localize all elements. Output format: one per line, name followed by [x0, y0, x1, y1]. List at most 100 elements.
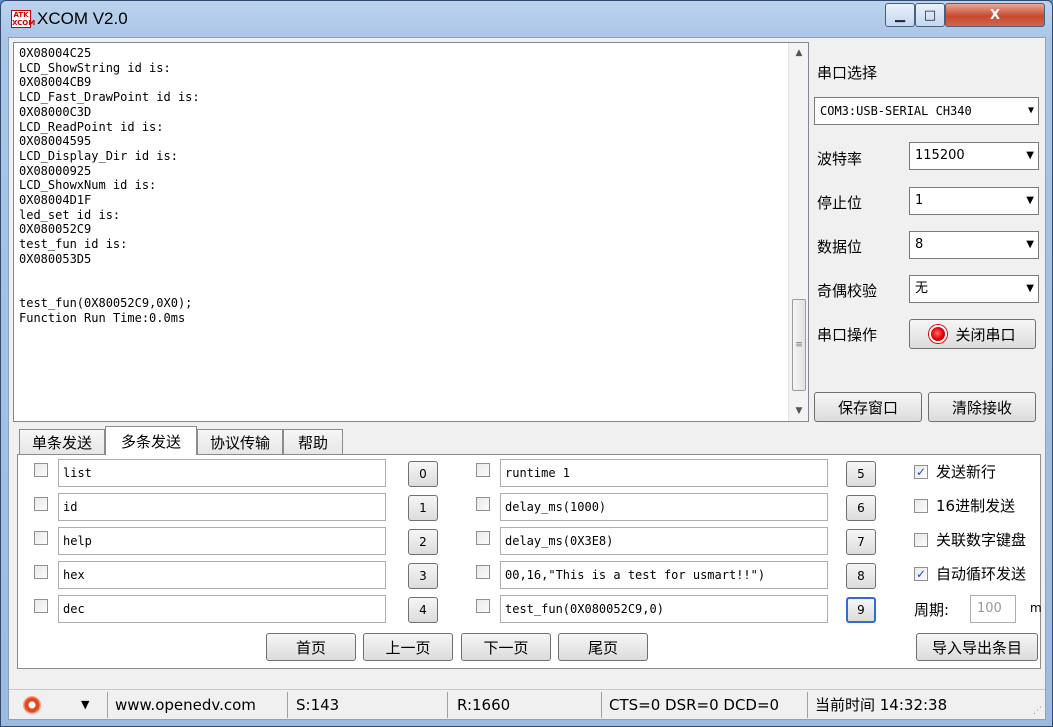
parity-select[interactable]: 无 ▼ — [909, 275, 1039, 303]
send-checkbox-2[interactable] — [34, 531, 48, 545]
send-newline-label: 发送新行 — [936, 463, 997, 481]
send-button-2[interactable]: 2 — [408, 529, 438, 555]
send-button-4[interactable]: 4 — [408, 597, 438, 623]
period-input[interactable]: 100 — [970, 595, 1016, 623]
parity-value: 无 — [915, 281, 929, 296]
send-field-3[interactable]: hex — [58, 561, 386, 589]
data-bits-select[interactable]: 8 ▼ — [909, 231, 1039, 259]
stop-bits-value: 1 — [915, 193, 924, 208]
baud-select[interactable]: 115200 ▼ — [909, 142, 1039, 170]
period-label: 周期: — [914, 601, 950, 619]
send-newline-checkbox[interactable]: ✓ — [914, 465, 928, 479]
send-field-5[interactable]: runtime 1 — [500, 459, 828, 487]
multi-send-panel: list 0 id 1 help 2 hex 3 dec 4 runtime 1… — [17, 454, 1042, 669]
tab-protocol[interactable]: 协议传输 — [197, 429, 283, 454]
scroll-up-arrow-icon[interactable]: ▲ — [789, 43, 809, 63]
chevron-down-icon: ▼ — [1026, 195, 1034, 206]
auto-loop-checkbox[interactable]: ✓ — [914, 567, 928, 581]
send-button-6[interactable]: 6 — [846, 495, 876, 521]
website-link[interactable]: www.openedv.com — [115, 694, 256, 716]
save-window-button[interactable]: 保存窗口 — [814, 392, 922, 422]
port-select-value: COM3:USB-SERIAL CH340 — [820, 104, 972, 118]
hex-send-checkbox[interactable] — [914, 499, 928, 513]
sent-count: S:143 — [296, 696, 340, 714]
scroll-thumb[interactable]: ≡ — [792, 299, 806, 391]
receive-scrollbar[interactable]: ▲ ≡ ▼ — [788, 43, 808, 421]
send-button-5[interactable]: 5 — [846, 461, 876, 487]
chevron-down-icon: ▼ — [1026, 150, 1034, 161]
tab-label: 单条发送 — [31, 433, 92, 452]
clear-receive-button[interactable]: 清除接收 — [928, 392, 1036, 422]
save-window-label: 保存窗口 — [837, 398, 898, 417]
send-button-7[interactable]: 7 — [846, 529, 876, 555]
send-button-0[interactable]: 0 — [408, 461, 438, 487]
scroll-down-arrow-icon[interactable]: ▼ — [789, 401, 809, 421]
send-field-4[interactable]: dec — [58, 595, 386, 623]
minimize-button[interactable]: ▁ — [885, 3, 915, 27]
last-page-button[interactable]: 尾页 — [558, 633, 648, 661]
receive-text[interactable]: 0X08004C25 LCD_ShowString id is: 0X08004… — [19, 46, 779, 418]
tab-multi-send[interactable]: 多条发送 — [105, 426, 197, 455]
import-export-label: 导入导出条目 — [931, 638, 1022, 657]
prev-page-button[interactable]: 上一页 — [363, 633, 453, 661]
status-separator — [807, 692, 808, 718]
next-page-label: 下一页 — [483, 638, 529, 657]
grip-icon: ≡ — [795, 340, 803, 350]
send-button-3[interactable]: 3 — [408, 563, 438, 589]
send-checkbox-8[interactable] — [476, 565, 490, 579]
chevron-down-icon[interactable]: ▼ — [81, 694, 89, 716]
tab-label: 帮助 — [297, 433, 328, 452]
status-separator — [107, 692, 108, 718]
send-field-9[interactable]: test_fun(0X080052C9,0) — [500, 595, 828, 623]
baud-label: 波特率 — [817, 150, 863, 168]
send-checkbox-7[interactable] — [476, 531, 490, 545]
send-checkbox-9[interactable] — [476, 599, 490, 613]
port-select[interactable]: COM3:USB-SERIAL CH340 ▼ — [814, 97, 1039, 125]
client-area: 0X08004C25 LCD_ShowString id is: 0X08004… — [8, 37, 1046, 720]
send-checkbox-0[interactable] — [34, 463, 48, 477]
receive-textarea[interactable]: 0X08004C25 LCD_ShowString id is: 0X08004… — [13, 42, 809, 422]
stop-bits-select[interactable]: 1 ▼ — [909, 187, 1039, 215]
next-page-button[interactable]: 下一页 — [461, 633, 551, 661]
first-page-button[interactable]: 首页 — [266, 633, 356, 661]
send-field-6[interactable]: delay_ms(1000) — [500, 493, 828, 521]
send-checkbox-6[interactable] — [476, 497, 490, 511]
link-numpad-checkbox[interactable] — [914, 533, 928, 547]
close-window-button[interactable]: X — [945, 3, 1045, 27]
link-numpad-label: 关联数字键盘 — [936, 531, 1027, 549]
tab-single-send[interactable]: 单条发送 — [19, 429, 105, 454]
settings-logo-icon[interactable] — [23, 696, 41, 714]
send-field-0[interactable]: list — [58, 459, 386, 487]
clear-receive-label: 清除接收 — [951, 398, 1012, 417]
modem-signals: CTS=0 DSR=0 DCD=0 — [609, 696, 780, 714]
current-time: 当前时间 14:32:38 — [815, 696, 948, 714]
data-bits-value: 8 — [915, 237, 924, 252]
send-checkbox-5[interactable] — [476, 463, 490, 477]
send-checkbox-3[interactable] — [34, 565, 48, 579]
send-button-9[interactable]: 9 — [846, 597, 876, 623]
send-field-8[interactable]: 00,16,"This is a test for usmart!!") — [500, 561, 828, 589]
import-export-button[interactable]: 导入导出条目 — [916, 633, 1038, 661]
checkmark-icon: ✓ — [915, 567, 927, 581]
title-bar[interactable]: ATK XCOM XCOM V2.0 ▁ □ X — [1, 1, 1052, 37]
window-title: XCOM V2.0 — [37, 9, 128, 28]
stop-bits-label: 停止位 — [817, 194, 863, 212]
maximize-button[interactable]: □ — [915, 3, 945, 27]
first-page-label: 首页 — [295, 638, 326, 657]
last-page-label: 尾页 — [587, 638, 618, 657]
logo-text-top: ATK — [13, 11, 29, 19]
send-checkbox-1[interactable] — [34, 497, 48, 511]
parity-label: 奇偶校验 — [817, 282, 878, 300]
close-port-button[interactable]: 关闭串口 — [909, 319, 1036, 349]
close-port-label: 关闭串口 — [955, 325, 1016, 344]
send-field-1[interactable]: id — [58, 493, 386, 521]
send-button-8[interactable]: 8 — [846, 563, 876, 589]
send-checkbox-4[interactable] — [34, 599, 48, 613]
tab-help[interactable]: 帮助 — [283, 429, 343, 454]
send-button-1[interactable]: 1 — [408, 495, 438, 521]
checkmark-icon: ✓ — [915, 465, 927, 479]
status-bar: ▼ www.openedv.com S:143 R:1660 CTS=0 DSR… — [9, 689, 1045, 719]
send-field-2[interactable]: help — [58, 527, 386, 555]
resize-grip-icon[interactable]: ⋰ — [1033, 706, 1042, 716]
send-field-7[interactable]: delay_ms(0X3E8) — [500, 527, 828, 555]
